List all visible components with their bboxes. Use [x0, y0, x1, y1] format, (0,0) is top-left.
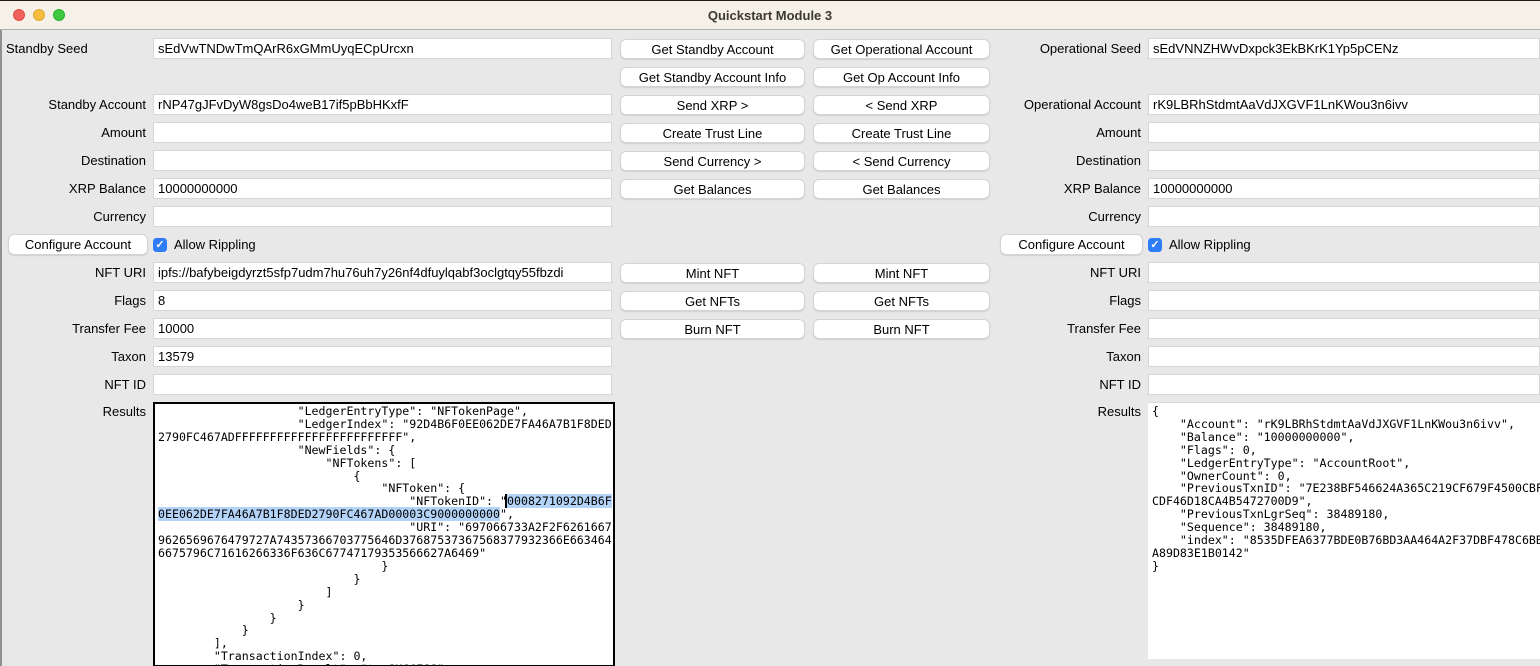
operational-get-nfts-button[interactable]: Get NFTs	[813, 291, 990, 311]
operational-allow-rippling-checkbox[interactable]: ✓	[1148, 238, 1162, 252]
operational-results-textarea[interactable]: { "Account": "rK9LBRhStdmtAaVdJXGVF1LnKW…	[1148, 402, 1540, 659]
standby-results-label: Results	[0, 402, 148, 419]
operational-mint-nft-button[interactable]: Mint NFT	[813, 263, 990, 283]
get-standby-account-info-button[interactable]: Get Standby Account Info	[620, 67, 805, 87]
operational-nft-uri-input[interactable]	[1148, 262, 1540, 283]
standby-transfer-fee-label: Transfer Fee	[0, 318, 148, 339]
standby-xrp-balance-input[interactable]	[153, 178, 612, 199]
operational-nft-id-label: NFT ID	[995, 374, 1143, 395]
send-xrp-right-button[interactable]: Send XRP >	[620, 95, 805, 115]
standby-currency-label: Currency	[0, 206, 148, 227]
window-title: Quickstart Module 3	[708, 8, 832, 23]
operational-nft-uri-label: NFT URI	[995, 262, 1143, 283]
standby-configure-account-button[interactable]: Configure Account	[8, 234, 148, 255]
operational-seed-input[interactable]	[1148, 38, 1540, 59]
get-operational-account-button[interactable]: Get Operational Account	[813, 39, 990, 59]
operational-results-label: Results	[995, 402, 1143, 419]
operational-allow-rippling-row: ✓ Allow Rippling	[1148, 234, 1540, 255]
standby-allow-rippling-row: ✓ Allow Rippling	[153, 234, 612, 255]
standby-currency-input[interactable]	[153, 206, 612, 227]
standby-mint-nft-button[interactable]: Mint NFT	[620, 263, 805, 283]
standby-seed-label: Standby Seed	[0, 38, 148, 59]
operational-flags-input[interactable]	[1148, 290, 1540, 311]
operational-get-balances-button[interactable]: Get Balances	[813, 179, 990, 199]
window-left-edge	[0, 30, 2, 666]
standby-nft-uri-label: NFT URI	[0, 262, 148, 283]
form-area: Standby Seed Get Standby Account Get Ope…	[0, 30, 1540, 666]
standby-destination-input[interactable]	[153, 150, 612, 171]
standby-results-text-before-selection: "LedgerEntryType": "NFTokenPage", "Ledge…	[158, 404, 612, 508]
standby-seed-input[interactable]	[153, 38, 612, 59]
standby-flags-input[interactable]	[153, 290, 612, 311]
operational-amount-input[interactable]	[1148, 122, 1540, 143]
operational-seed-label: Operational Seed	[995, 38, 1143, 59]
get-op-account-info-button[interactable]: Get Op Account Info	[813, 67, 990, 87]
minimize-button[interactable]	[33, 9, 45, 21]
operational-allow-rippling-label: Allow Rippling	[1169, 237, 1251, 252]
operational-flags-label: Flags	[995, 290, 1143, 311]
standby-account-input[interactable]	[153, 94, 612, 115]
operational-create-trust-line-button[interactable]: Create Trust Line	[813, 123, 990, 143]
operational-account-label: Operational Account	[995, 94, 1143, 115]
operational-destination-label: Destination	[995, 150, 1143, 171]
operational-currency-label: Currency	[995, 206, 1143, 227]
send-currency-left-button[interactable]: < Send Currency	[813, 151, 990, 171]
standby-transfer-fee-input[interactable]	[153, 318, 612, 339]
operational-xrp-balance-input[interactable]	[1148, 178, 1540, 199]
standby-taxon-input[interactable]	[153, 346, 612, 367]
operational-taxon-input[interactable]	[1148, 346, 1540, 367]
standby-burn-nft-button[interactable]: Burn NFT	[620, 319, 805, 339]
close-button[interactable]	[13, 9, 25, 21]
standby-results-text-after-selection: ", "URI": "697066733A2F2F6261667 9626569…	[158, 507, 612, 666]
standby-get-balances-button[interactable]: Get Balances	[620, 179, 805, 199]
standby-account-label: Standby Account	[0, 94, 148, 115]
send-xrp-left-button[interactable]: < Send XRP	[813, 95, 990, 115]
operational-destination-input[interactable]	[1148, 150, 1540, 171]
send-currency-right-button[interactable]: Send Currency >	[620, 151, 805, 171]
operational-taxon-label: Taxon	[995, 346, 1143, 367]
app-window: Quickstart Module 3 Standby Seed Get Sta…	[0, 0, 1540, 666]
operational-burn-nft-button[interactable]: Burn NFT	[813, 319, 990, 339]
operational-amount-label: Amount	[995, 122, 1143, 143]
standby-amount-input[interactable]	[153, 122, 612, 143]
operational-xrp-balance-label: XRP Balance	[995, 178, 1143, 199]
standby-create-trust-line-button[interactable]: Create Trust Line	[620, 123, 805, 143]
window-controls	[13, 9, 65, 21]
operational-configure-account-button[interactable]: Configure Account	[1000, 234, 1143, 255]
zoom-button[interactable]	[53, 9, 65, 21]
standby-nft-id-label: NFT ID	[0, 374, 148, 395]
operational-transfer-fee-input[interactable]	[1148, 318, 1540, 339]
standby-allow-rippling-checkbox[interactable]: ✓	[153, 238, 167, 252]
operational-nft-id-input[interactable]	[1148, 374, 1540, 395]
operational-transfer-fee-label: Transfer Fee	[995, 318, 1143, 339]
standby-results-textarea[interactable]: "LedgerEntryType": "NFTokenPage", "Ledge…	[153, 402, 615, 666]
standby-allow-rippling-label: Allow Rippling	[174, 237, 256, 252]
standby-get-nfts-button[interactable]: Get NFTs	[620, 291, 805, 311]
operational-account-input[interactable]	[1148, 94, 1540, 115]
title-bar: Quickstart Module 3	[0, 1, 1540, 30]
standby-xrp-balance-label: XRP Balance	[0, 178, 148, 199]
standby-flags-label: Flags	[0, 290, 148, 311]
standby-amount-label: Amount	[0, 122, 148, 143]
standby-taxon-label: Taxon	[0, 346, 148, 367]
get-standby-account-button[interactable]: Get Standby Account	[620, 39, 805, 59]
operational-currency-input[interactable]	[1148, 206, 1540, 227]
standby-destination-label: Destination	[0, 150, 148, 171]
standby-nft-id-input[interactable]	[153, 374, 612, 395]
standby-nft-uri-input[interactable]	[153, 262, 612, 283]
